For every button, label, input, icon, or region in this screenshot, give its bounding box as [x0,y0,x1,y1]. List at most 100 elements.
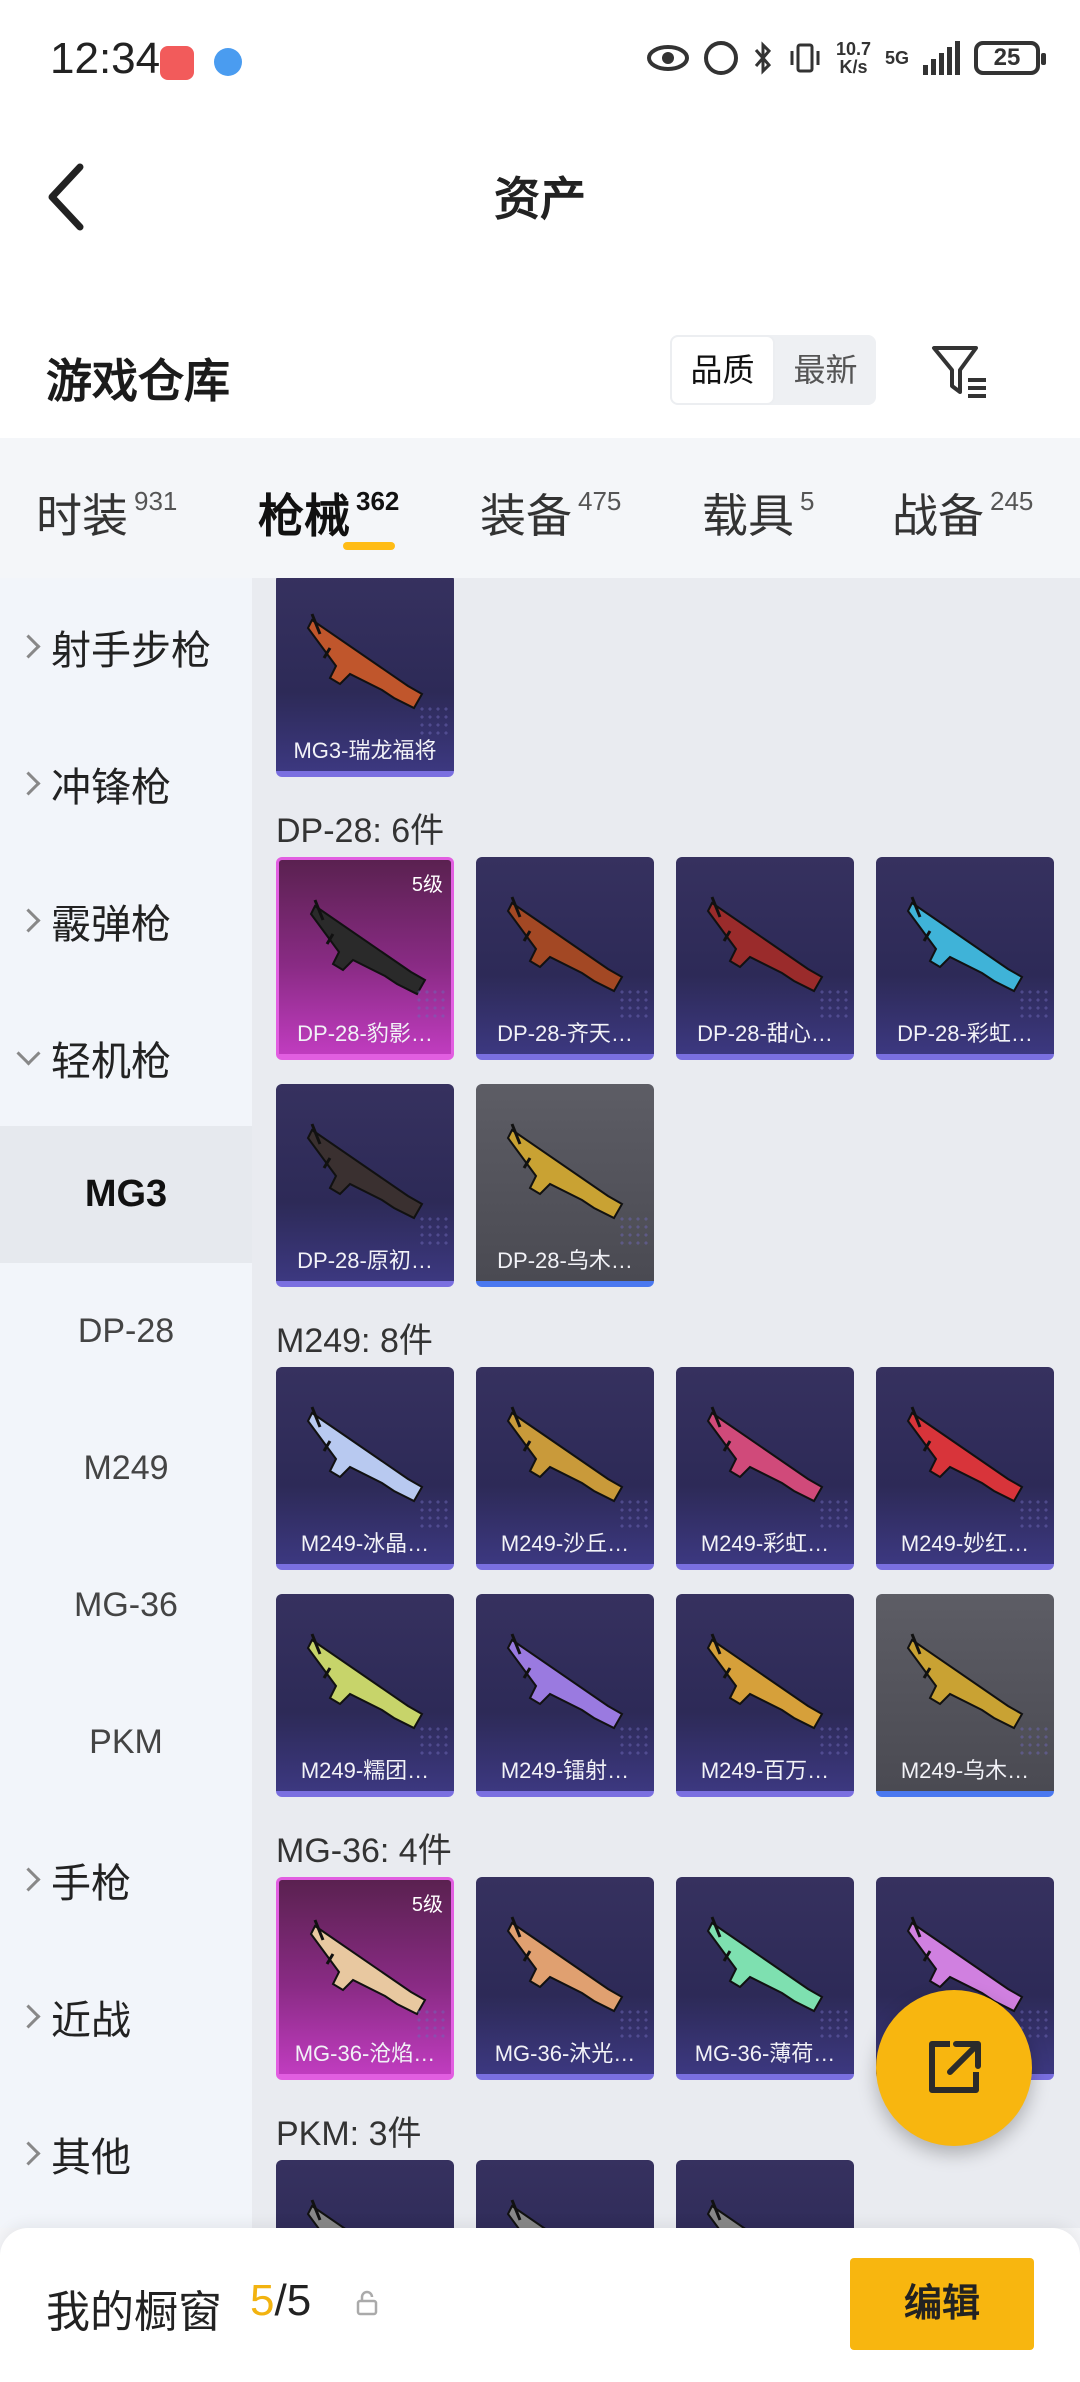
card-pattern [1018,988,1048,1018]
weapon-image [506,1916,624,2013]
weapon-image [306,1406,424,1503]
tab-equipment[interactable]: 装备 475 [480,438,702,578]
weapon-image [306,1123,424,1220]
section-title: 游戏仓库 [46,355,230,407]
weapon-card[interactable] [476,2160,654,2228]
weapon-card[interactable]: MG3-瑞龙福将 [276,578,454,777]
weapon-card[interactable]: DP-28-原初… [276,1084,454,1287]
weapon-card[interactable]: M249-沙丘… [476,1367,654,1570]
weapon-name: DP-28-齐天… [497,1021,633,1046]
sidebar-item-marksman[interactable]: 射手步枪 [0,578,252,715]
group-title: PKM: 3件 [276,2115,422,2153]
card-pattern [1018,1498,1048,1528]
sidebar-item-lmg[interactable]: 轻机枪 [0,989,252,1126]
weapon-name: MG-36-薄荷… [694,2041,836,2066]
weapon-card[interactable]: M249-彩虹… [676,1367,854,1570]
weapon-name: DP-28-乌木… [497,1248,633,1273]
weapon-card[interactable] [276,2160,454,2228]
sidebar-item-pistol[interactable]: 手枪 [0,1811,252,1948]
sidebar-sub-mg36[interactable]: MG-36 [0,1537,252,1674]
status-icons: 10.7 K/s 5G 25 [646,39,1046,77]
category-tabs: 时装 931 枪械 362 装备 475 载具 5 战备 245 [0,438,1080,578]
weapon-image [506,1633,624,1730]
weapon-name: M249-镭射… [500,1758,630,1783]
sort-latest-button[interactable]: 最新 [775,335,876,405]
weapon-sidebar: 射手步枪 冲锋枪 霰弹枪 轻机枪 MG3 DP-28 M249 MG-36 PK… [0,578,252,2228]
weapon-card[interactable]: M249-妙红… [876,1367,1054,1570]
sort-quality-button[interactable]: 品质 [670,335,775,405]
tab-supplies[interactable]: 战备 245 [892,438,1072,578]
weapon-image [506,1123,624,1220]
weapon-card[interactable]: M249-镭射… [476,1594,654,1797]
lock-icon [356,2290,378,2316]
weapon-image [706,2199,746,2228]
weapon-card[interactable]: M249-乌木… [876,1594,1054,1797]
edit-button[interactable]: 编辑 [850,2258,1034,2350]
section-header: 游戏仓库 品质 最新 [0,320,1080,438]
tab-firearms[interactable]: 枪械 362 [258,438,480,578]
vibrate-icon [790,43,820,73]
weapon-card[interactable]: MG-36-沐光… [476,1877,654,2080]
notification-app-icon [160,46,194,80]
card-pattern [418,705,448,735]
chevron-right-icon [16,771,41,796]
sort-toggle: 品质 最新 [670,335,876,405]
eye-icon [646,45,689,71]
card-pattern [415,988,445,1018]
weapon-image [706,1916,824,2013]
weapon-name: M249-百万… [700,1758,830,1783]
weapon-card[interactable]: DP-28-甜心… [676,857,854,1060]
sidebar-sub-pkm[interactable]: PKM [0,1674,252,1811]
weapon-image [706,1633,824,1730]
weapon-image [706,1406,824,1503]
sidebar-sub-dp28[interactable]: DP-28 [0,1263,252,1400]
weapon-image [306,2199,346,2228]
tab-costume[interactable]: 时装 931 [36,438,258,578]
weapon-name: M249-彩虹… [700,1531,830,1556]
card-pattern [618,2008,648,2038]
weapon-name: M249-乌木… [900,1758,1030,1783]
weapon-image [309,899,427,996]
weapon-card[interactable] [676,2160,854,2228]
card-pattern [418,1498,448,1528]
weapon-card[interactable]: M249-糯团… [276,1594,454,1797]
card-pattern [415,2008,445,2038]
sidebar-item-shotgun[interactable]: 霰弹枪 [0,852,252,989]
share-icon [929,2041,981,2093]
browser-icon [214,48,242,76]
page-title: 资产 [494,173,586,225]
share-fab-button[interactable] [876,1990,1032,2146]
sidebar-item-melee[interactable]: 近战 [0,1948,252,2085]
status-time: 12:34 [50,34,161,83]
weapon-card[interactable]: M249-百万… [676,1594,854,1797]
weapon-card[interactable]: M249-冰晶… [276,1367,454,1570]
sidebar-sub-mg3[interactable]: MG3 [0,1126,252,1263]
showcase-count: 5/5 [250,2276,312,2325]
filter-icon[interactable] [928,340,992,404]
chevron-right-icon [16,1867,41,1892]
card-pattern [618,1725,648,1755]
weapon-image [306,1633,424,1730]
weapon-name: MG-36-沧焰… [294,2041,436,2066]
showcase-bar: 我的橱窗 5/5 编辑 [0,2228,1080,2382]
weapon-image [906,1406,1024,1503]
sidebar-sub-m249[interactable]: M249 [0,1400,252,1537]
weapon-name: DP-28-彩虹… [897,1021,1033,1046]
weapon-image [506,896,624,993]
weapon-card[interactable]: DP-28-彩虹… [876,857,1054,1060]
app-header: 资产 [0,125,1080,320]
weapon-card[interactable]: 5级 DP-28-豹影… [276,857,454,1060]
tab-vehicles[interactable]: 载具 5 [702,438,892,578]
weapon-card[interactable]: 5级 MG-36-沧焰… [276,1877,454,2080]
weapon-image [706,896,824,993]
weapon-card[interactable]: DP-28-齐天… [476,857,654,1060]
tab-active-indicator [343,542,395,550]
weapon-card[interactable]: DP-28-乌木… [476,1084,654,1287]
group-title: DP-28: 6件 [276,812,445,850]
net-speed: 10.7 K/s [835,39,871,77]
weapon-card[interactable]: MG-36-薄荷… [676,1877,854,2080]
sidebar-item-other[interactable]: 其他 [0,2085,252,2222]
weapon-image [906,896,1024,993]
chevron-right-icon [16,2141,41,2166]
sidebar-item-smg[interactable]: 冲锋枪 [0,715,252,852]
